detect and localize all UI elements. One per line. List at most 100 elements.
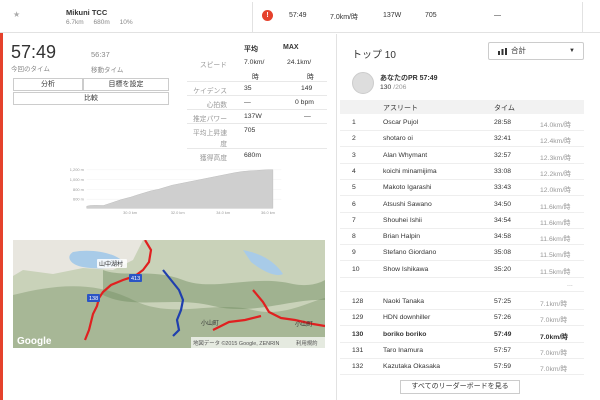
caret-down-icon: ▼ [569, 48, 575, 54]
divider [582, 2, 583, 32]
moving-time-label: 移動タイム [91, 67, 124, 74]
divider [252, 2, 253, 32]
divider [187, 81, 327, 82]
athlete-name[interactable]: Kazutaka Okasaka [383, 363, 440, 370]
analysis-button[interactable]: 分析 [13, 78, 83, 91]
time-cell: 57:57 [494, 346, 512, 354]
google-logo: Google [17, 336, 52, 347]
place-label: 小山町 [201, 319, 219, 327]
rank-cell: 8 [352, 233, 356, 241]
athlete-name[interactable]: koichi minamijima [383, 168, 437, 175]
stats-label-power: 推定パワー [193, 116, 227, 123]
leaderboard-row[interactable]: 9 Stefano Giordano 35:08 11.5km/時 [340, 245, 584, 262]
speed-cell: 11.5km/時 [540, 252, 571, 260]
stats-avg-cadence: 35 [244, 85, 252, 92]
speed-cell: 12.2km/時 [540, 170, 571, 178]
stats-avg-elevation-gain: 680m [244, 152, 262, 159]
rank-cell: 132 [352, 363, 364, 371]
athlete-name[interactable]: shotaro oi [383, 135, 413, 142]
y-tick-label: 800 m [73, 187, 84, 192]
leaderboard-row[interactable]: 2 shotaro oi 32:41 12.4km/時 [340, 131, 584, 148]
athlete-name[interactable]: Brian Halpin [383, 233, 420, 240]
athlete-name[interactable]: Show Ishikawa [383, 266, 428, 273]
leaderboard-row[interactable]: 3 Alan Whymant 32:57 12.3km/時 [340, 148, 584, 164]
speed-cell: 7.0km/時 [540, 317, 568, 325]
rank-cell: 129 [352, 314, 364, 322]
leaderboard-gap: ... [340, 278, 584, 292]
route-number: 413 [131, 276, 140, 282]
alert-icon[interactable]: ! [262, 10, 273, 21]
athlete-name[interactable]: Makoto Igarashi [383, 184, 431, 191]
stats-max-speed-unit: 時 [307, 74, 314, 81]
athlete-name[interactable]: Taro Inamura [383, 347, 423, 354]
stats-label-cadence: ケイデンス [193, 88, 227, 95]
time-cell: 32:41 [494, 135, 512, 143]
col-athlete: アスリート [383, 105, 418, 112]
elapsed-time: 57:49 [11, 42, 57, 62]
rank-cell: 128 [352, 298, 364, 305]
stats-label-elevation-gain: 獲得高度 [199, 155, 227, 162]
stats-avg-power: 137W [244, 113, 262, 120]
time-cell: 57:26 [494, 314, 512, 322]
athlete-name[interactable]: HDN downhiller [383, 314, 430, 321]
athlete-name[interactable]: Alan Whymant [383, 152, 427, 159]
stats-max-heartrate: 0 bpm [295, 99, 314, 106]
elevation-profile-chart[interactable]: 1,200 m 1,000 m 800 m 600 m 30.0 km 32.0… [11, 167, 329, 237]
athlete-name[interactable]: Oscar Pujol [383, 119, 418, 126]
leaderboard-row[interactable]: 131 Taro Inamura 57:57 7.0km/時 [340, 343, 584, 359]
leaderboard-row[interactable]: 128 Naoki Tanaka 57:25 7.1km/時 [340, 294, 584, 310]
speed-cell: 11.6km/時 [540, 219, 571, 227]
effort-power: 137W [383, 12, 402, 19]
stats-label-heartrate: 心拍数 [206, 102, 227, 109]
athlete-name[interactable]: boriko boriko [383, 331, 426, 338]
x-tick-label: 36.0 km [261, 210, 275, 215]
effort-dash: — [494, 12, 501, 19]
leaderboard-row[interactable]: 10 Show Ishikawa 35:20 11.5km/時 [340, 262, 584, 278]
compare-button[interactable]: 比較 [13, 92, 169, 105]
speed-cell: 7.0km/時 [540, 366, 568, 374]
ellipsis: ... [567, 281, 573, 288]
leaderboard-filter-select[interactable]: 合計 ▼ [488, 42, 584, 60]
rank-cell: 7 [352, 216, 356, 224]
x-tick-label: 30.0 km [123, 210, 137, 215]
y-tick-label: 1,200 m [70, 167, 84, 172]
stats-label-vam-cont: 度 [220, 141, 227, 148]
rank-cell: 10 [352, 265, 360, 273]
y-tick-label: 600 m [73, 197, 84, 202]
map-terms-link[interactable]: 利用規約 [296, 339, 318, 347]
leaderboard-row[interactable]: 1 Oscar Pujol 28:58 14.0km/時 [340, 115, 584, 131]
avatar [352, 72, 374, 94]
leaderboard-row[interactable]: 7 Shouhei Ishii 34:54 11.6km/時 [340, 213, 584, 229]
segment-map[interactable]: 山中湖村 413 138 小山町 小山町 Google 地図データ ©2015 … [13, 240, 325, 348]
athlete-name[interactable]: Naoki Tanaka [383, 298, 424, 305]
set-target-button[interactable]: 目標を設定 [83, 78, 169, 91]
athlete-name[interactable]: Stefano Giordano [383, 249, 436, 256]
time-cell: 34:58 [494, 233, 512, 241]
segment-elevation: 680m [93, 19, 110, 26]
elevation-area [86, 169, 274, 209]
leaderboard-row[interactable]: 6 Atsushi Sawano 34:50 11.6km/時 [340, 197, 584, 213]
athlete-name[interactable]: Shouhei Ishii [383, 217, 422, 224]
time-cell: 35:20 [494, 265, 512, 273]
rank-total: /206 [393, 84, 407, 91]
leaderboard-row[interactable]: 8 Brian Halpin 34:58 11.6km/時 [340, 229, 584, 246]
athlete-name[interactable]: Atsushi Sawano [383, 201, 432, 208]
divider [336, 34, 337, 400]
leaderboard-row[interactable]: 132 Kazutaka Okasaka 57:59 7.0km/時 [340, 359, 584, 376]
x-tick-label: 34.0 km [216, 210, 230, 215]
rank-cell: 130 [352, 330, 364, 338]
leaderboard-row[interactable]: 130 boriko boriko 57:49 7.0km/時 [340, 327, 584, 343]
speed-cell: 14.0km/時 [540, 122, 571, 129]
leaderboard-row[interactable]: 129 HDN downhiller 57:26 7.0km/時 [340, 310, 584, 327]
star-icon[interactable]: ★ [13, 10, 20, 19]
stats-label-vam: 平均上昇速 [193, 130, 227, 137]
leaderboard-row[interactable]: 4 koichi minamijima 33:08 12.2km/時 [340, 164, 584, 180]
leaderboard-row[interactable]: 5 Makoto Igarashi 33:43 12.0km/時 [340, 180, 584, 197]
y-tick-label: 1,000 m [70, 177, 84, 182]
x-tick-label: 32.0 km [171, 210, 185, 215]
rank-cell: 4 [352, 167, 356, 175]
stats-avg-vam: 705 [244, 127, 256, 134]
segment-name[interactable]: Mikuni TCC [66, 8, 107, 17]
rank-cell: 2 [352, 135, 356, 143]
view-all-leaderboard-button[interactable]: すべてのリーダーボードを見る [400, 380, 520, 394]
